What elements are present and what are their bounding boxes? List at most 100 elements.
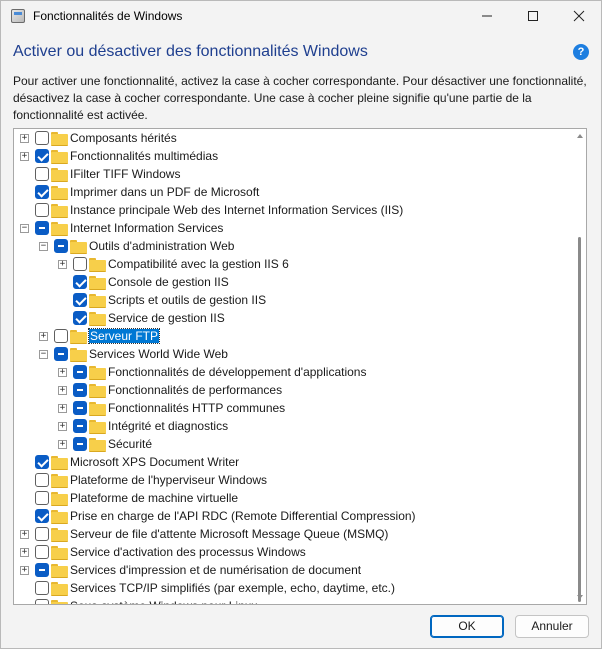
feature-checkbox[interactable] <box>35 509 49 523</box>
close-button[interactable] <box>556 1 601 31</box>
feature-row[interactable]: + Serveur FTP <box>14 328 574 346</box>
feature-row[interactable]: + Serveur de file d'attente Microsoft Mes… <box>14 526 574 544</box>
feature-label: IFilter TIFF Windows <box>70 167 181 181</box>
feature-checkbox[interactable] <box>35 221 49 235</box>
feature-checkbox[interactable] <box>73 257 87 271</box>
expand-icon[interactable]: + <box>20 134 29 143</box>
feature-label: Imprimer dans un PDF de Microsoft <box>70 185 260 199</box>
feature-row[interactable]: + Fonctionnalités HTTP communes <box>14 400 574 418</box>
feature-row[interactable]: + Intégrité et diagnostics <box>14 418 574 436</box>
help-icon[interactable]: ? <box>573 44 589 60</box>
feature-row[interactable]: Console de gestion IIS <box>14 274 574 292</box>
expand-icon[interactable]: + <box>39 332 48 341</box>
ok-button[interactable]: OK <box>430 615 504 638</box>
scroll-up-icon[interactable] <box>577 134 583 138</box>
feature-row[interactable]: Service de gestion IIS <box>14 310 574 328</box>
expand-icon[interactable]: + <box>58 422 67 431</box>
feature-label: Serveur de file d'attente Microsoft Mess… <box>70 527 389 541</box>
feature-checkbox[interactable] <box>35 545 49 559</box>
expand-icon[interactable]: + <box>58 404 67 413</box>
expand-icon[interactable]: + <box>58 440 67 449</box>
feature-checkbox[interactable] <box>73 383 87 397</box>
folder-icon <box>89 402 106 416</box>
feature-checkbox[interactable] <box>54 329 68 343</box>
collapse-icon[interactable]: − <box>39 350 48 359</box>
close-icon <box>573 10 585 22</box>
feature-checkbox[interactable] <box>35 581 49 595</box>
features-tree[interactable]: + Composants hérités + Fonctionnalités mult… <box>13 128 587 605</box>
feature-checkbox[interactable] <box>54 239 68 253</box>
scroll-thumb[interactable] <box>578 237 581 602</box>
feature-checkbox[interactable] <box>35 149 49 163</box>
feature-row[interactable]: Imprimer dans un PDF de Microsoft <box>14 184 574 202</box>
feature-label: Plateforme de l'hyperviseur Windows <box>70 473 268 487</box>
feature-checkbox[interactable] <box>35 455 49 469</box>
feature-label: Fonctionnalités multimédias <box>70 149 219 163</box>
expand-icon[interactable]: + <box>20 530 29 539</box>
feature-row[interactable]: Microsoft XPS Document Writer <box>14 454 574 472</box>
feature-checkbox[interactable] <box>73 293 87 307</box>
feature-row[interactable]: Plateforme de l'hyperviseur Windows <box>14 472 574 490</box>
feature-checkbox[interactable] <box>73 311 87 325</box>
folder-icon <box>51 492 68 506</box>
feature-row[interactable]: + Services d'impression et de numérisatio… <box>14 562 574 580</box>
feature-checkbox[interactable] <box>35 203 49 217</box>
feature-row[interactable]: − Internet Information Services <box>14 220 574 238</box>
feature-checkbox[interactable] <box>35 527 49 541</box>
feature-row[interactable]: + Service d'activation des processus Wind… <box>14 544 574 562</box>
minimize-button[interactable] <box>464 1 510 31</box>
feature-checkbox[interactable] <box>73 419 87 433</box>
feature-row[interactable]: + Fonctionnalités de performances <box>14 382 574 400</box>
feature-row[interactable]: Prise en charge de l'API RDC (Remote Dif… <box>14 508 574 526</box>
maximize-button[interactable] <box>510 1 556 31</box>
feature-checkbox[interactable] <box>35 563 49 577</box>
collapse-icon[interactable]: − <box>39 242 48 251</box>
feature-checkbox[interactable] <box>54 347 68 361</box>
feature-row[interactable]: − Services World Wide Web <box>14 346 574 364</box>
expand-icon[interactable]: + <box>58 260 67 269</box>
feature-checkbox[interactable] <box>73 401 87 415</box>
scroll-down-icon[interactable] <box>577 595 583 599</box>
feature-checkbox[interactable] <box>35 185 49 199</box>
folder-icon <box>89 312 106 326</box>
feature-row[interactable]: + Compatibilité avec la gestion IIS 6 <box>14 256 574 274</box>
feature-row[interactable]: Plateforme de machine virtuelle <box>14 490 574 508</box>
feature-label: Outils d'administration Web <box>89 239 235 253</box>
feature-checkbox[interactable] <box>73 275 87 289</box>
title-bar[interactable]: Fonctionnalités de Windows <box>1 1 601 31</box>
folder-icon <box>51 168 68 182</box>
feature-row[interactable]: IFilter TIFF Windows <box>14 166 574 184</box>
feature-label: Services TCP/IP simplifiés (par exemple,… <box>70 581 396 595</box>
feature-row[interactable]: + Composants hérités <box>14 130 574 148</box>
feature-row[interactable]: Services TCP/IP simplifiés (par exemple,… <box>14 580 574 598</box>
tree-scrollbar[interactable] <box>574 129 586 604</box>
expand-icon[interactable]: + <box>58 386 67 395</box>
folder-icon <box>89 294 106 308</box>
feature-label: Service de gestion IIS <box>108 311 225 325</box>
feature-checkbox[interactable] <box>35 491 49 505</box>
minimize-icon <box>482 15 492 17</box>
feature-label: Sécurité <box>108 437 153 451</box>
feature-checkbox[interactable] <box>73 437 87 451</box>
expand-icon[interactable]: + <box>58 368 67 377</box>
feature-checkbox[interactable] <box>35 599 49 604</box>
feature-checkbox[interactable] <box>35 131 49 145</box>
feature-checkbox[interactable] <box>73 365 87 379</box>
feature-row[interactable]: + Sécurité <box>14 436 574 454</box>
expand-icon[interactable]: + <box>20 548 29 557</box>
expand-icon[interactable]: + <box>20 566 29 575</box>
feature-row[interactable]: + Fonctionnalités de développement d'appl… <box>14 364 574 382</box>
feature-checkbox[interactable] <box>35 167 49 181</box>
expand-icon[interactable]: + <box>20 152 29 161</box>
feature-row[interactable]: + Fonctionnalités multimédias <box>14 148 574 166</box>
cancel-button[interactable]: Annuler <box>515 615 589 638</box>
collapse-icon[interactable]: − <box>20 224 29 233</box>
feature-row[interactable]: Sous-système Windows pour Linux <box>14 598 574 604</box>
feature-label: Service d'activation des processus Windo… <box>70 545 306 559</box>
feature-row[interactable]: Scripts et outils de gestion IIS <box>14 292 574 310</box>
folder-icon <box>51 546 68 560</box>
feature-row[interactable]: Instance principale Web des Internet Inf… <box>14 202 574 220</box>
feature-checkbox[interactable] <box>35 473 49 487</box>
folder-icon <box>51 528 68 542</box>
feature-row[interactable]: − Outils d'administration Web <box>14 238 574 256</box>
